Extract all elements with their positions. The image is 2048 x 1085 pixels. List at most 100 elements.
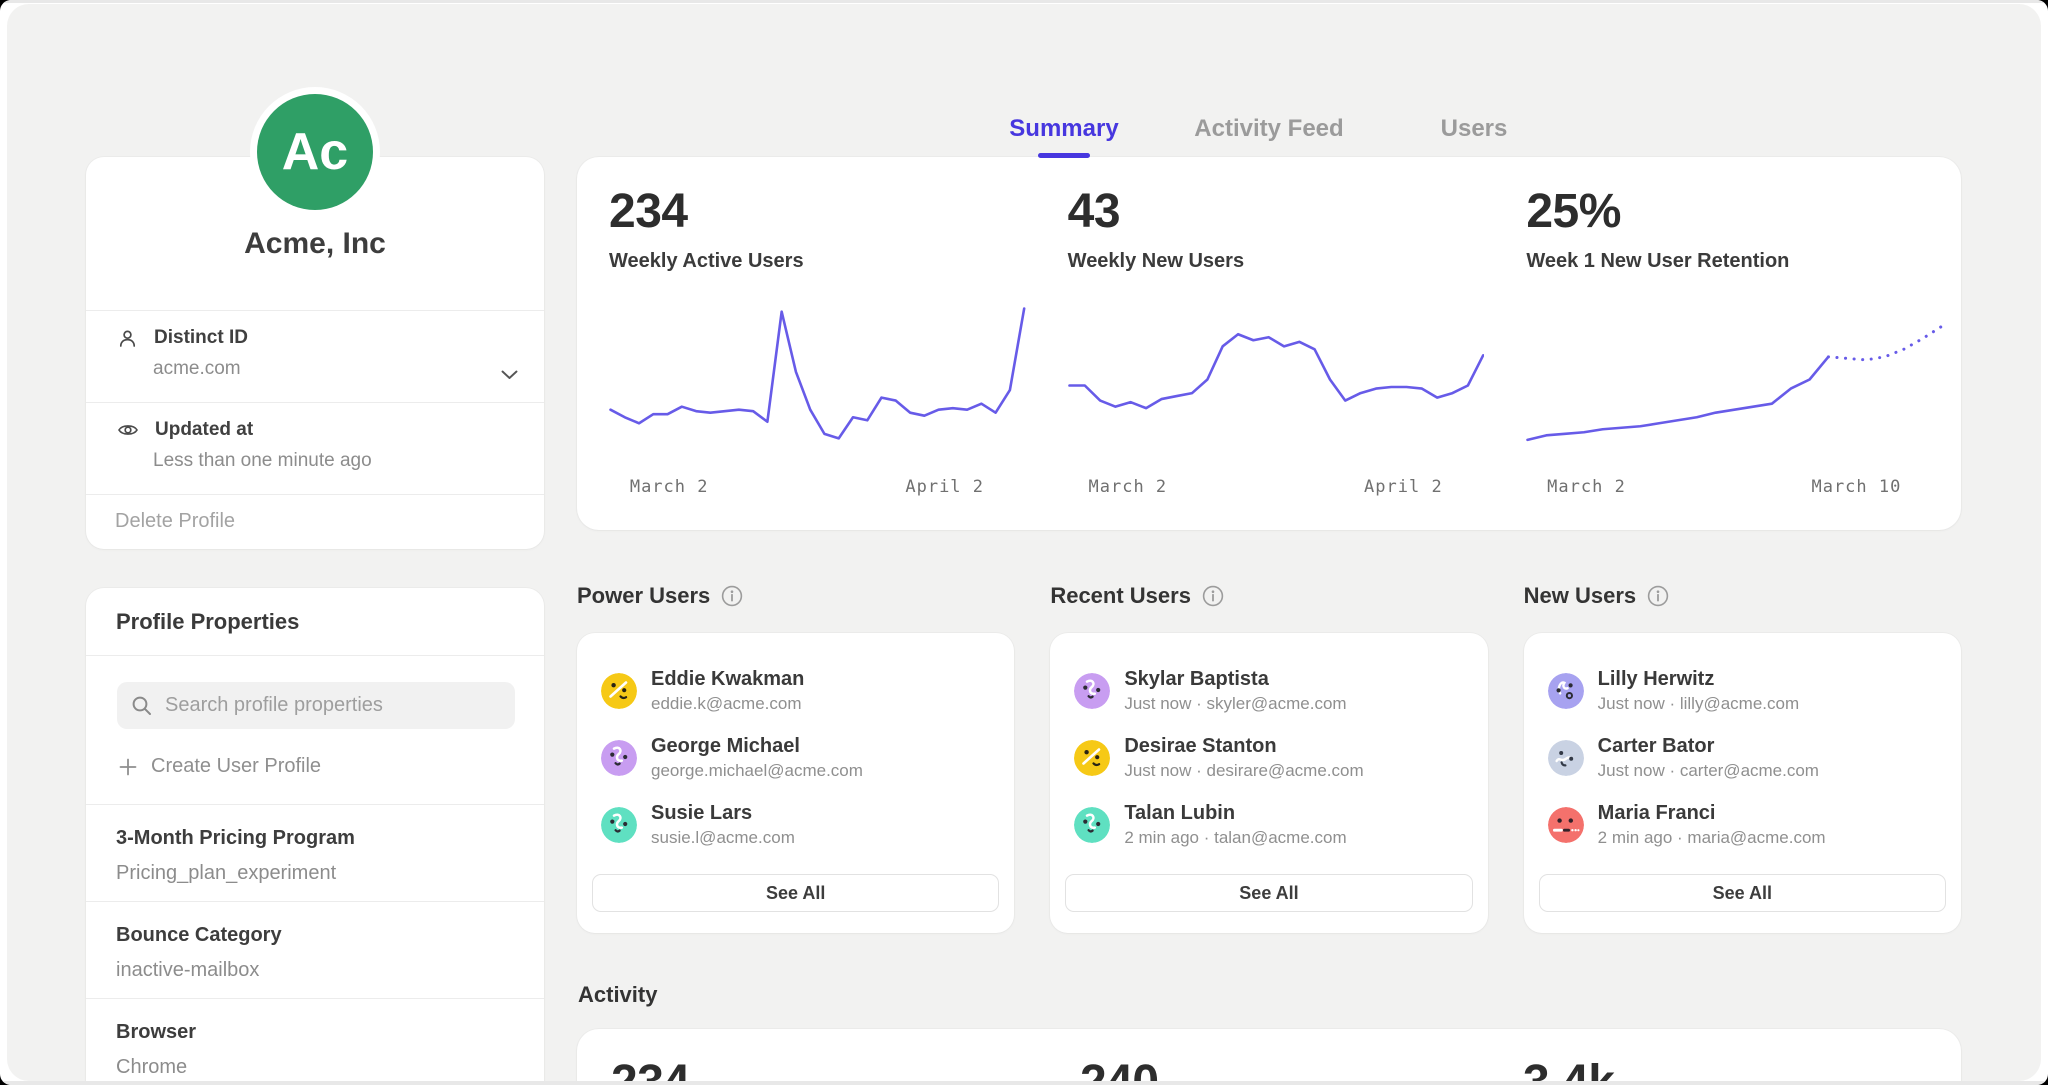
user-subtitle: 2 min ago · maria@acme.com	[1598, 828, 1826, 848]
user-section-headers: Power Users Recent Users	[577, 583, 1961, 609]
company-avatar: Ac	[250, 87, 380, 217]
user-subtitle: Just now · desirare@acme.com	[1124, 761, 1363, 781]
recent-users-card: Skylar Baptista Just now · skyler@acme.c…	[1050, 633, 1487, 933]
user-list-item[interactable]: Skylar Baptista Just now · skyler@acme.c…	[1065, 657, 1472, 724]
tab-activity-feed[interactable]: Activity Feed	[1167, 115, 1372, 143]
user-list-item[interactable]: Lilly Herwitz Just now · lilly@acme.com	[1539, 657, 1946, 724]
user-list-item[interactable]: Eddie Kwakman eddie.k@acme.com	[592, 657, 999, 724]
metric-label: Week 1 New User Retention	[1526, 250, 1943, 273]
x-tick-label: April 2	[905, 477, 984, 497]
active-tab-underline	[1038, 153, 1090, 158]
section-title: Power Users	[577, 583, 710, 609]
app-window: Ac Acme, Inc Distinct ID acme.com	[0, 0, 2048, 1085]
delete-profile-button[interactable]: Delete Profile	[86, 495, 544, 547]
section-header-recent-users: Recent Users	[1050, 583, 1487, 609]
profile-row-updated-at: Updated at Less than one minute ago	[86, 403, 544, 495]
user-cards-row: Eddie Kwakman eddie.k@acme.com George Mi…	[577, 633, 1961, 933]
user-avatar-icon	[1074, 740, 1110, 776]
metric-value: 43	[1068, 188, 1485, 236]
user-subtitle: eddie.k@acme.com	[651, 694, 804, 714]
see-all-button[interactable]: See All	[1065, 874, 1472, 912]
tab-label: Activity Feed	[1194, 115, 1343, 142]
profile-row-value: acme.com	[153, 358, 516, 380]
sparkline-chart	[1526, 299, 1943, 460]
user-subtitle: Just now · carter@acme.com	[1598, 761, 1819, 781]
search-input[interactable]	[165, 694, 502, 717]
activity-metric-value: 3.4k	[1523, 1059, 1614, 1081]
power-users-card: Eddie Kwakman eddie.k@acme.com George Mi…	[577, 633, 1014, 933]
profile-row-distinct-id: Distinct ID acme.com	[86, 311, 544, 403]
user-avatar-icon	[1548, 673, 1584, 709]
chart-x-axis: March 2 April 2	[609, 477, 1026, 499]
user-list-item[interactable]: Talan Lubin 2 min ago · talan@acme.com	[1065, 791, 1472, 858]
user-name: Talan Lubin	[1124, 802, 1346, 825]
see-all-button[interactable]: See All	[1539, 874, 1946, 912]
info-icon[interactable]	[1647, 585, 1669, 607]
property-item: Bounce Category inactive-mailbox	[86, 902, 544, 999]
section-title: Recent Users	[1050, 583, 1191, 609]
user-list-item[interactable]: Desirae Stanton Just now · desirare@acme…	[1065, 724, 1472, 791]
property-item: 3-Month Pricing Program Pricing_plan_exp…	[86, 805, 544, 902]
x-tick-label: April 2	[1364, 477, 1443, 497]
metric-label: Weekly New Users	[1068, 250, 1485, 273]
user-avatar-icon	[601, 807, 637, 843]
metric-weekly-new-users: 43 Weekly New Users March 2 April 2	[1068, 157, 1485, 530]
sparkline-chart	[609, 299, 1026, 460]
info-icon[interactable]	[1202, 585, 1224, 607]
create-user-profile-button[interactable]: Create User Profile	[86, 729, 544, 805]
chevron-down-icon[interactable]	[501, 370, 518, 380]
user-subtitle: Just now · lilly@acme.com	[1598, 694, 1799, 714]
x-tick-label: March 10	[1811, 477, 1901, 497]
new-users-card: Lilly Herwitz Just now · lilly@acme.com …	[1524, 633, 1961, 933]
sparkline-chart	[1068, 299, 1485, 460]
person-icon	[117, 328, 138, 349]
user-subtitle: Just now · skyler@acme.com	[1124, 694, 1346, 714]
tab-users[interactable]: Users	[1372, 115, 1577, 143]
metric-weekly-active-users: 234 Weekly Active Users March 2 April 2	[609, 157, 1026, 530]
property-label: Browser	[116, 1021, 514, 1044]
property-value: Chrome	[116, 1056, 514, 1079]
user-name: Carter Bator	[1598, 735, 1819, 758]
profile-properties-card: Profile Properties	[86, 588, 544, 1081]
chart-x-axis: March 2 March 10	[1526, 477, 1943, 499]
user-list-item[interactable]: Carter Bator Just now · carter@acme.com	[1539, 724, 1946, 791]
profile-row-value: Less than one minute ago	[153, 450, 516, 472]
activity-metric-value: 240	[1080, 1059, 1159, 1081]
property-value: Pricing_plan_experiment	[116, 862, 514, 885]
metric-value: 25%	[1526, 188, 1943, 236]
activity-section-title: Activity	[578, 982, 657, 1008]
search-box[interactable]	[117, 682, 515, 729]
profile-properties-title: Profile Properties	[86, 588, 544, 656]
metric-value: 234	[609, 188, 1026, 236]
user-name: Skylar Baptista	[1124, 668, 1346, 691]
user-name: Susie Lars	[651, 802, 795, 825]
x-tick-label: March 2	[1089, 477, 1168, 497]
user-list-item[interactable]: Maria Franci 2 min ago · maria@acme.com	[1539, 791, 1946, 858]
user-list-item[interactable]: George Michael george.michael@acme.com	[592, 724, 999, 791]
property-item: Browser Chrome	[86, 999, 544, 1081]
eye-icon	[117, 419, 139, 441]
user-avatar-icon	[601, 740, 637, 776]
see-all-button[interactable]: See All	[592, 874, 999, 912]
x-tick-label: March 2	[1547, 477, 1626, 497]
user-name: Desirae Stanton	[1124, 735, 1363, 758]
search-icon	[130, 694, 153, 717]
user-name: Maria Franci	[1598, 802, 1826, 825]
user-list-item[interactable]: Susie Lars susie.l@acme.com	[592, 791, 999, 858]
tab-bar: Summary Activity Feed Users	[577, 115, 1961, 143]
section-title: New Users	[1524, 583, 1637, 609]
profile-row-label: Distinct ID	[154, 327, 248, 349]
section-header-power-users: Power Users	[577, 583, 1014, 609]
section-header-new-users: New Users	[1524, 583, 1961, 609]
info-icon[interactable]	[721, 585, 743, 607]
user-name: Eddie Kwakman	[651, 668, 804, 691]
profile-row-label: Updated at	[155, 419, 253, 441]
metric-week1-retention: 25% Week 1 New User Retention March 2 Ma…	[1526, 157, 1943, 530]
user-avatar-icon	[1548, 807, 1584, 843]
user-avatar-icon	[1074, 673, 1110, 709]
search-wrap	[86, 656, 544, 729]
summary-metrics-card: 234 Weekly Active Users March 2 April 2 …	[577, 157, 1961, 530]
tab-summary[interactable]: Summary	[962, 115, 1167, 143]
x-tick-label: March 2	[630, 477, 709, 497]
property-label: Bounce Category	[116, 924, 514, 947]
